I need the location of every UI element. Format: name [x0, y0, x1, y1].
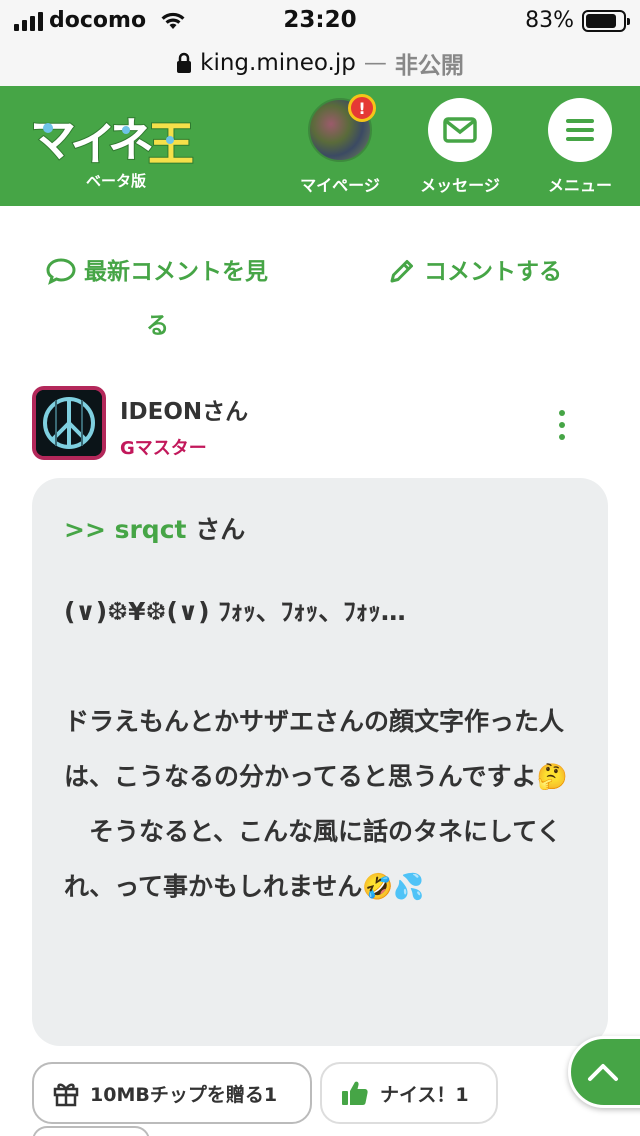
logo-mark: マ イ ネ 王	[29, 112, 195, 172]
comment-body: (∨)❆¥❆(∨) ﾌｫｯ、ﾌｫｯ、ﾌｫｯ… ドラえもんとかサザエさんの顔文字作…	[64, 597, 568, 901]
reply-target: >> srqct さん	[64, 510, 576, 546]
peace-symbol-icon	[36, 390, 102, 456]
hamburger-icon	[548, 98, 612, 162]
tip-button-label: 10MBチップを贈る1	[90, 1083, 278, 1106]
scroll-to-top-button[interactable]	[568, 1036, 640, 1108]
nav-menu[interactable]: メニュー	[530, 98, 630, 196]
speech-bubble-icon	[46, 254, 76, 302]
gift-icon	[53, 1083, 79, 1107]
lock-icon	[177, 52, 192, 73]
url-bar[interactable]: king.mineo.jp — 非公開	[0, 40, 640, 86]
nav-mypage[interactable]: ! マイページ	[290, 94, 390, 196]
pencil-icon	[388, 254, 416, 302]
nav-mypage-label: マイページ	[300, 176, 380, 195]
nice-button[interactable]: ナイス！1	[320, 1062, 498, 1124]
envelope-icon	[428, 98, 492, 162]
notification-badge: !	[348, 94, 376, 122]
status-right: 83%	[525, 8, 630, 33]
battery-icon	[582, 9, 630, 32]
author-rank: Gマスター	[120, 438, 207, 459]
comment-author[interactable]: IDEONさん	[120, 392, 248, 426]
write-comment-link[interactable]: コメントする	[388, 248, 562, 302]
write-comment-label: コメントする	[424, 259, 562, 285]
site-logo[interactable]: マ イ ネ 王 ベータ版	[29, 110, 205, 190]
nav-menu-label: メニュー	[547, 176, 612, 195]
url-host: king.mineo.jp	[200, 50, 356, 76]
more-reaction-button[interactable]	[32, 1126, 150, 1136]
battery-percent: 83%	[525, 8, 574, 33]
more-options-icon[interactable]	[552, 410, 572, 440]
tip-button[interactable]: 10MBチップを贈る1	[32, 1062, 312, 1124]
chevron-up-icon	[588, 1064, 618, 1081]
url-privacy-status: 非公開	[394, 53, 464, 79]
nav-messages[interactable]: メッセージ	[410, 98, 510, 196]
battery-fill	[586, 13, 616, 28]
view-latest-label-1: 最新コメントを見	[84, 259, 268, 285]
status-bar: docomo 23:20 83%	[0, 0, 640, 40]
nav-messages-label: メッセージ	[420, 176, 500, 195]
reply-suffix: さん	[186, 515, 246, 544]
user-avatar[interactable]	[32, 386, 106, 460]
logo-beta-label: ベータ版	[86, 172, 147, 190]
reply-mention-link[interactable]: >> srqct	[64, 515, 186, 544]
view-latest-comments-link[interactable]: 最新コメントを見 る	[46, 248, 296, 350]
avatar: !	[308, 94, 376, 162]
nice-button-label: ナイス！1	[380, 1083, 469, 1106]
view-latest-label-2: る	[146, 313, 169, 339]
thumbs-up-icon	[342, 1081, 368, 1105]
url-separator: —	[363, 50, 387, 76]
comment-bubble: >> srqct さん (∨)❆¥❆(∨) ﾌｫｯ、ﾌｫｯ、ﾌｫｯ… ドラえもん…	[32, 478, 608, 1046]
site-header: マ イ ネ 王 ベータ版 ! マイページ メッセージ	[0, 86, 640, 206]
comment-actions: 最新コメントを見 る コメントする	[0, 206, 640, 346]
